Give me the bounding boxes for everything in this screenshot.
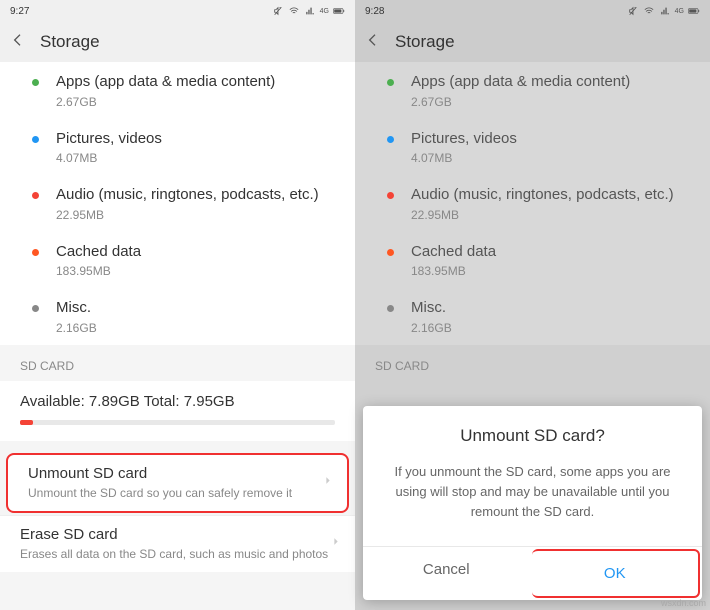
item-title: Cached data: [56, 242, 141, 262]
item-title: Audio (music, ringtones, podcasts, etc.): [56, 185, 319, 205]
back-button[interactable]: [365, 32, 381, 53]
sd-available-total: Available: 7.89GB Total: 7.95GB: [20, 393, 335, 410]
item-title: Apps (app data & media content): [411, 72, 630, 92]
unmount-desc: Unmount the SD card so you can safely re…: [28, 485, 327, 501]
list-item-misc: Misc. 2.16GB: [355, 288, 710, 345]
status-icons: 4G: [272, 6, 345, 16]
mute-icon: [627, 6, 639, 16]
battery-icon: [333, 6, 345, 16]
item-title: Misc.: [411, 298, 452, 318]
item-title: Cached data: [411, 242, 496, 262]
clock: 9:27: [10, 6, 29, 17]
list-item-apps[interactable]: Apps (app data & media content) 2.67GB: [0, 62, 355, 119]
chevron-left-icon: [365, 32, 381, 48]
list-item-audio[interactable]: Audio (music, ringtones, podcasts, etc.)…: [0, 175, 355, 232]
sd-card-section-label: SD CARD: [0, 345, 355, 381]
erase-desc: Erases all data on the SD card, such as …: [20, 546, 335, 562]
wifi-icon: [643, 6, 655, 16]
list-item-cached: Cached data 183.95MB: [355, 232, 710, 289]
battery-icon: [688, 6, 700, 16]
item-title: Pictures, videos: [411, 129, 517, 149]
erase-title: Erase SD card: [20, 526, 335, 543]
cancel-button[interactable]: Cancel: [363, 547, 530, 600]
signal-icon: [304, 6, 316, 16]
network-label: 4G: [675, 8, 684, 15]
dialog-buttons: Cancel OK: [363, 546, 702, 600]
network-label: 4G: [320, 8, 329, 15]
item-size: 22.95MB: [56, 208, 319, 222]
item-size: 4.07MB: [411, 151, 517, 165]
chevron-right-icon: [331, 534, 341, 553]
dialog-title: Unmount SD card?: [363, 426, 702, 446]
storage-list: Apps (app data & media content) 2.67GB Pi…: [355, 62, 710, 345]
dot-icon: [32, 249, 39, 256]
item-size: 183.95MB: [411, 264, 496, 278]
page-title: Storage: [395, 32, 455, 52]
item-size: 2.67GB: [56, 95, 275, 109]
header: Storage: [0, 22, 355, 62]
list-item-pictures: Pictures, videos 4.07MB: [355, 119, 710, 176]
page-title: Storage: [40, 32, 100, 52]
status-bar: 9:28 4G: [355, 0, 710, 22]
list-item-pictures[interactable]: Pictures, videos 4.07MB: [0, 119, 355, 176]
item-size: 2.16GB: [411, 321, 452, 335]
dot-icon: [387, 136, 394, 143]
screen-left: 9:27 4G Storage Apps (app data & media c…: [0, 0, 355, 610]
item-title: Misc.: [56, 298, 97, 318]
item-title: Audio (music, ringtones, podcasts, etc.): [411, 185, 674, 205]
item-size: 4.07MB: [56, 151, 162, 165]
wifi-icon: [288, 6, 300, 16]
dot-icon: [32, 79, 39, 86]
dot-icon: [32, 192, 39, 199]
item-title: Pictures, videos: [56, 129, 162, 149]
storage-list: Apps (app data & media content) 2.67GB Pi…: [0, 62, 355, 345]
clock: 9:28: [365, 6, 384, 17]
chevron-left-icon: [10, 32, 26, 48]
sd-card-info: Available: 7.89GB Total: 7.95GB: [0, 381, 355, 441]
item-size: 2.67GB: [411, 95, 630, 109]
item-title: Apps (app data & media content): [56, 72, 275, 92]
item-size: 2.16GB: [56, 321, 97, 335]
list-item-audio: Audio (music, ringtones, podcasts, etc.)…: [355, 175, 710, 232]
unmount-dialog: Unmount SD card? If you unmount the SD c…: [363, 406, 702, 600]
dot-icon: [387, 79, 394, 86]
list-item-apps: Apps (app data & media content) 2.67GB: [355, 62, 710, 119]
dot-icon: [387, 192, 394, 199]
watermark: wsxdn.com: [661, 598, 706, 608]
dialog-message: If you unmount the SD card, some apps yo…: [363, 462, 702, 546]
dot-icon: [32, 136, 39, 143]
list-item-misc[interactable]: Misc. 2.16GB: [0, 288, 355, 345]
status-bar: 9:27 4G: [0, 0, 355, 22]
screen-right: 9:28 4G Storage Apps (app data & media c…: [355, 0, 710, 610]
sd-card-section-label: SD CARD: [355, 345, 710, 381]
unmount-sd-card-button[interactable]: Unmount SD card Unmount the SD card so y…: [6, 453, 349, 513]
storage-bar: [20, 420, 335, 425]
item-size: 22.95MB: [411, 208, 674, 222]
chevron-right-icon: [323, 473, 333, 492]
erase-sd-card-button[interactable]: Erase SD card Erases all data on the SD …: [0, 516, 355, 572]
back-button[interactable]: [10, 32, 26, 53]
unmount-title: Unmount SD card: [28, 465, 327, 482]
signal-icon: [659, 6, 671, 16]
divider: [0, 441, 355, 451]
dot-icon: [32, 305, 39, 312]
mute-icon: [272, 6, 284, 16]
item-size: 183.95MB: [56, 264, 141, 278]
dot-icon: [387, 249, 394, 256]
status-icons: 4G: [627, 6, 700, 16]
header: Storage: [355, 22, 710, 62]
dot-icon: [387, 305, 394, 312]
ok-button[interactable]: OK: [532, 549, 701, 598]
list-item-cached[interactable]: Cached data 183.95MB: [0, 232, 355, 289]
storage-bar-fill: [20, 420, 33, 425]
